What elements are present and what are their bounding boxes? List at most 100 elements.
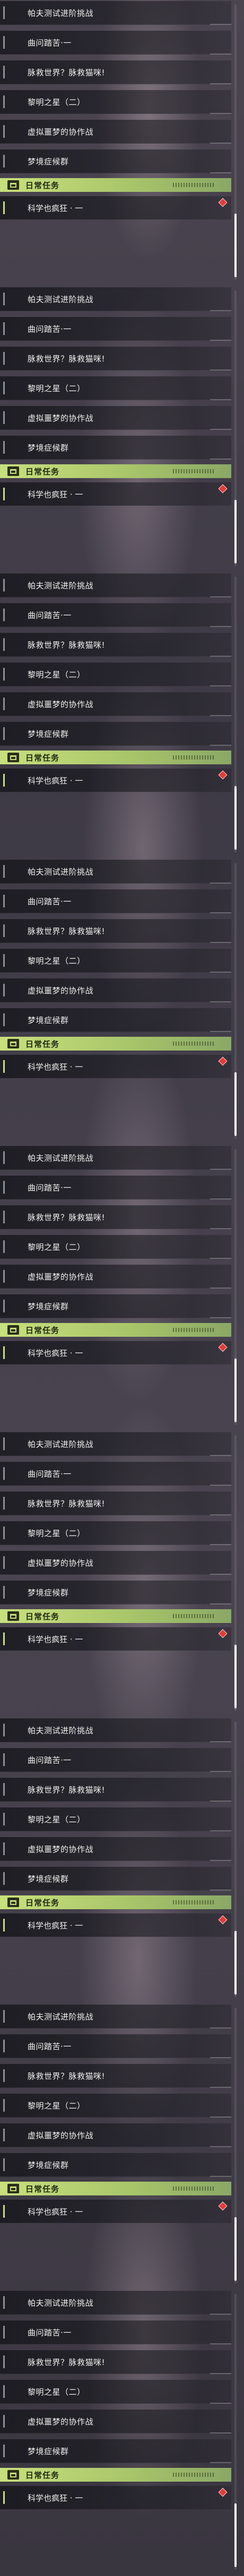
- quest-row[interactable]: 梦境症候群: [0, 722, 231, 746]
- quest-row[interactable]: 帕夫测试进阶挑战: [0, 1146, 231, 1170]
- quest-row[interactable]: 梦境症候群: [0, 2153, 231, 2177]
- quest-label: 帕夫测试进阶挑战: [28, 1439, 94, 1449]
- quest-row[interactable]: 曲问踏苦·一: [0, 2321, 231, 2344]
- quest-row[interactable]: 梦境症候群: [0, 1867, 231, 1891]
- daily-quest-row[interactable]: 科学也疯狂 · 一: [0, 1341, 231, 1364]
- quest-row[interactable]: 曲问踏苦·一: [0, 1462, 231, 1486]
- quest-row[interactable]: 梦境症候群: [0, 149, 231, 173]
- quest-row[interactable]: 黎明之星（二）: [0, 376, 231, 400]
- daily-quest-row[interactable]: 科学也疯狂 · 一: [0, 2486, 231, 2509]
- quest-row[interactable]: 帕夫测试进阶挑战: [0, 2005, 231, 2028]
- quest-label: 脉救世界？脉救猫咪!: [28, 640, 106, 650]
- quest-row[interactable]: 帕夫测试进阶挑战: [0, 2291, 231, 2315]
- quest-row[interactable]: 脉救世界？脉救猫咪!: [0, 60, 231, 84]
- scrollbar-thumb[interactable]: [234, 786, 237, 850]
- row-divider: [210, 1514, 231, 1515]
- quest-row[interactable]: 曲问踏苦·一: [0, 317, 231, 341]
- quest-row[interactable]: 虚拟噩梦的协作战: [0, 2123, 231, 2147]
- row-divider: [210, 429, 231, 430]
- quest-row[interactable]: 黎明之星（二）: [0, 1521, 231, 1545]
- scrollbar-thumb[interactable]: [234, 1645, 237, 1708]
- quest-row[interactable]: 虚拟噩梦的协作战: [0, 2410, 231, 2433]
- daily-quest-row[interactable]: 科学也疯狂 · 一: [0, 482, 231, 506]
- quest-row[interactable]: 虚拟噩梦的协作战: [0, 1265, 231, 1289]
- scrollbar-thumb[interactable]: [234, 500, 237, 563]
- quest-row[interactable]: 梦境症候群: [0, 1008, 231, 1032]
- daily-quest-row[interactable]: 科学也疯狂 · 一: [0, 769, 231, 792]
- quest-row[interactable]: 曲问踏苦·一: [0, 31, 231, 55]
- header-stripes: [173, 1328, 215, 1332]
- quest-row[interactable]: 帕夫测试进阶挑战: [0, 1718, 231, 1742]
- quest-row[interactable]: 脉救世界？脉救猫咪!: [0, 347, 231, 370]
- scrollbar-track[interactable]: [234, 2294, 237, 2570]
- daily-quest-row[interactable]: 科学也疯狂 · 一: [0, 196, 231, 219]
- quest-row[interactable]: 曲问踏苦·一: [0, 1748, 231, 1772]
- calendar-icon: [7, 1039, 19, 1048]
- quest-row[interactable]: 脉救世界？脉救猫咪!: [0, 633, 231, 657]
- daily-quest-row[interactable]: 科学也疯狂 · 一: [0, 1055, 231, 1078]
- scrollbar-track[interactable]: [234, 1722, 237, 1997]
- quest-row[interactable]: 曲问踏苦·一: [0, 2034, 231, 2058]
- quest-row[interactable]: 帕夫测试进阶挑战: [0, 1432, 231, 1456]
- daily-section-title: 日常任务: [25, 1325, 60, 1335]
- quest-row[interactable]: 帕夫测试进阶挑战: [0, 287, 231, 311]
- quest-row[interactable]: 虚拟噩梦的协作战: [0, 120, 231, 144]
- daily-quest-label: 科学也疯狂 · 一: [28, 2493, 83, 2503]
- quest-label: 帕夫测试进阶挑战: [28, 2298, 94, 2308]
- quest-row[interactable]: 脉救世界？脉救猫咪!: [0, 1778, 231, 1802]
- quest-row[interactable]: 梦境症候群: [0, 1294, 231, 1318]
- quest-row[interactable]: 曲问踏苦·一: [0, 889, 231, 913]
- quest-row[interactable]: 帕夫测试进阶挑战: [0, 574, 231, 597]
- scrollbar-thumb[interactable]: [234, 214, 237, 277]
- quest-label: 曲问踏苦·一: [28, 610, 72, 620]
- scrollbar-track[interactable]: [234, 2008, 237, 2283]
- scrollbar-thumb[interactable]: [234, 1931, 237, 1995]
- scrollbar-thumb[interactable]: [234, 2503, 237, 2567]
- quest-row[interactable]: 虚拟噩梦的协作战: [0, 1837, 231, 1861]
- scrollbar-track[interactable]: [234, 290, 237, 566]
- row-divider: [210, 715, 231, 716]
- row-divider: [210, 113, 231, 114]
- quest-row[interactable]: 黎明之星（二）: [0, 1807, 231, 1831]
- quest-row[interactable]: 脉救世界？脉救猫咪!: [0, 1492, 231, 1515]
- quest-row[interactable]: 黎明之星（二）: [0, 1235, 231, 1259]
- quest-row[interactable]: 黎明之星（二）: [0, 2094, 231, 2118]
- quest-label: 脉救世界？脉救猫咪!: [28, 1785, 106, 1795]
- scrollbar-thumb[interactable]: [234, 2217, 237, 2281]
- quest-label: 黎明之星（二）: [28, 1242, 85, 1252]
- quest-row[interactable]: 脉救世界？脉救猫咪!: [0, 2064, 231, 2088]
- row-divider: [210, 745, 231, 746]
- quest-row[interactable]: 虚拟噩梦的协作战: [0, 1551, 231, 1575]
- daily-quest-row[interactable]: 科学也疯狂 · 一: [0, 1627, 231, 1651]
- scrollbar-track[interactable]: [234, 863, 237, 1139]
- scrollbar-thumb[interactable]: [234, 1072, 237, 1136]
- quest-row[interactable]: 帕夫测试进阶挑战: [0, 860, 231, 884]
- row-divider: [210, 2343, 231, 2344]
- quest-row[interactable]: 虚拟噩梦的协作战: [0, 406, 231, 430]
- quest-row[interactable]: 曲问踏苦·一: [0, 1176, 231, 1199]
- quest-row[interactable]: 虚拟噩梦的协作战: [0, 692, 231, 716]
- scrollbar-track[interactable]: [234, 4, 237, 280]
- quest-row[interactable]: 黎明之星（二）: [0, 949, 231, 973]
- daily-quest-row[interactable]: 科学也疯狂 · 一: [0, 2200, 231, 2223]
- row-divider: [210, 1001, 231, 1002]
- scrollbar-track[interactable]: [234, 577, 237, 852]
- quest-row[interactable]: 黎明之星（二）: [0, 663, 231, 686]
- quest-row[interactable]: 脉救世界？脉救猫咪!: [0, 919, 231, 943]
- scrollbar-track[interactable]: [234, 1435, 237, 1711]
- quest-row[interactable]: 梦境症候群: [0, 1581, 231, 1604]
- quest-label: 黎明之星（二）: [28, 2387, 85, 2397]
- scrollbar-track[interactable]: [234, 1149, 237, 1425]
- quest-row[interactable]: 梦境症候群: [0, 2439, 231, 2463]
- quest-row[interactable]: 脉救世界？脉救猫咪!: [0, 1205, 231, 1229]
- quest-row[interactable]: 黎明之星（二）: [0, 90, 231, 114]
- daily-quest-row[interactable]: 科学也疯狂 · 一: [0, 1913, 231, 1937]
- quest-panel: 帕夫测试进阶挑战 曲问踏苦·一 脉救世界？脉救猫咪! 黎明之星（二） 虚拟噩梦的协作战梦…: [0, 859, 244, 1145]
- quest-row[interactable]: 帕夫测试进阶挑战: [0, 1, 231, 25]
- quest-row[interactable]: 曲问踏苦·一: [0, 603, 231, 627]
- quest-row[interactable]: 梦境症候群: [0, 436, 231, 460]
- scrollbar-thumb[interactable]: [234, 1358, 237, 1422]
- quest-row[interactable]: 虚拟噩梦的协作战: [0, 978, 231, 1002]
- quest-row[interactable]: 黎明之星（二）: [0, 2380, 231, 2404]
- quest-row[interactable]: 脉救世界？脉救猫咪!: [0, 2350, 231, 2374]
